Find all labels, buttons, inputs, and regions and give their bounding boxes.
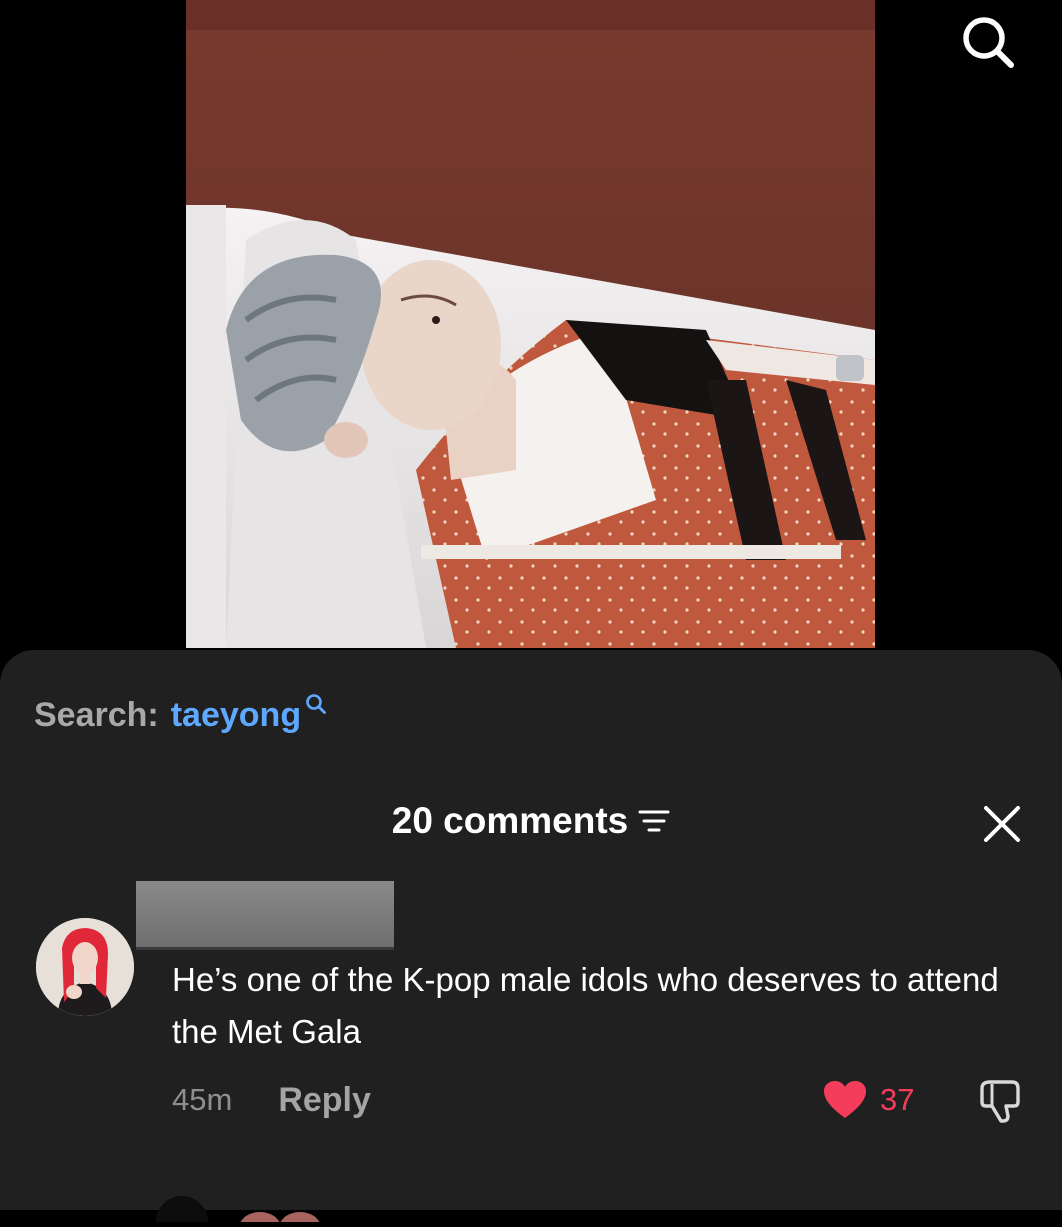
filter-icon — [638, 810, 670, 832]
search-icon — [963, 17, 1014, 68]
comment-text: He’s one of the K-pop male idols who des… — [172, 961, 999, 1050]
close-button[interactable] — [982, 804, 1022, 844]
comments-header: 20 comments — [0, 800, 1062, 842]
heart-icon — [824, 1081, 866, 1118]
reply-button[interactable]: Reply — [278, 1081, 371, 1120]
video-frame — [186, 0, 875, 648]
avatar-image — [36, 918, 134, 1016]
next-comment-avatars — [156, 1196, 320, 1227]
comments-sort-button[interactable]: 20 comments — [392, 800, 671, 842]
redacted-username — [136, 881, 394, 947]
search-icon — [306, 693, 326, 714]
search-term-label: taeyong — [170, 696, 302, 734]
like-count: 37 — [880, 1082, 915, 1117]
search-prefix-label: Search: — [34, 696, 159, 734]
video-player[interactable] — [0, 0, 1062, 660]
avatar[interactable] — [36, 918, 134, 1016]
video-still-image — [186, 0, 875, 648]
comment-meta: 45m Reply — [172, 1078, 371, 1122]
related-search-link[interactable]: Search: taeyong — [34, 693, 327, 735]
thumbs-down-icon — [980, 1080, 1020, 1123]
dislike-button[interactable] — [976, 1078, 1024, 1124]
top-search-button[interactable] — [950, 10, 1026, 74]
comments-count-label: 20 comments — [391, 800, 629, 841]
comment-timestamp: 45m — [172, 1082, 233, 1117]
like-button[interactable]: 37 — [822, 1080, 914, 1120]
next-comment-preview — [150, 1182, 350, 1227]
close-icon — [984, 806, 1020, 842]
comments-sheet: Search: taeyong 20 comments He’s one of … — [0, 650, 1062, 1227]
